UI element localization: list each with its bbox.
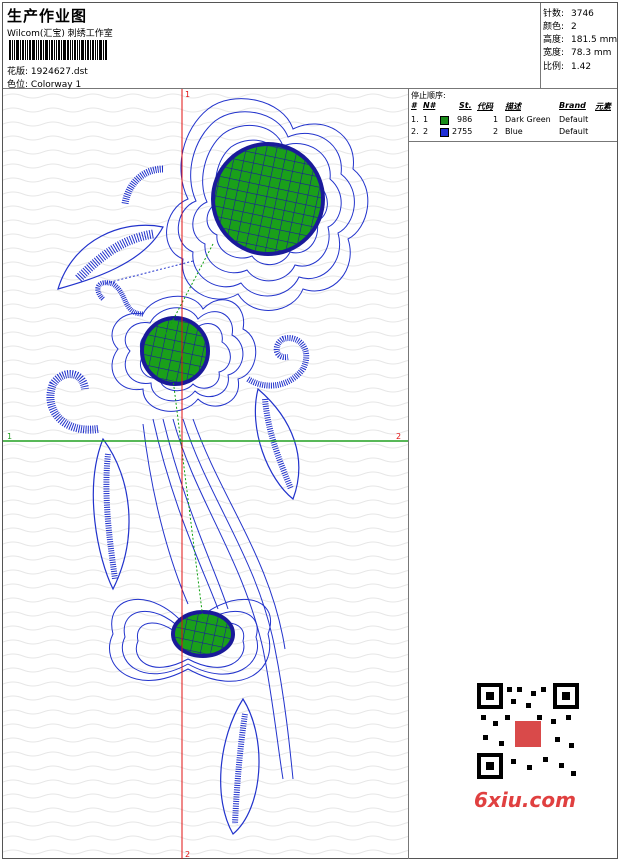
barcode-bar [103, 40, 104, 60]
barcode-bar [25, 40, 26, 60]
design-file: 1924627.dst [30, 67, 88, 77]
row-brand: Default [559, 127, 589, 136]
barcode-bar [61, 40, 62, 60]
col-element: 元素 [595, 102, 611, 111]
barcode-bar [87, 40, 89, 60]
company-name: Wilcom(汇宝) 刺绣工作室 [7, 29, 113, 39]
barcode-bar [9, 40, 11, 60]
barcode-bar [79, 40, 80, 60]
watermark-site: 6xiu.com [474, 788, 576, 812]
barcode-bar [63, 40, 66, 60]
row-index: 2. [411, 127, 419, 136]
barcode-bar [85, 40, 86, 60]
axis-label-top: 1 [185, 90, 190, 99]
barcode-bar [43, 40, 44, 60]
color-swatch-green [440, 116, 449, 125]
stat-width: 宽度: 78.3 mm [543, 48, 612, 58]
barcode [9, 40, 139, 60]
barcode-bar [77, 40, 78, 60]
stop-row[interactable]: 2. 2 2755 2 Blue Default [409, 127, 617, 139]
bottom-flower-fill-grid [175, 614, 231, 654]
row-brand: Default [559, 115, 589, 124]
col-n: N# [423, 101, 436, 110]
barcode-bar [105, 40, 107, 60]
barcode-bar [74, 40, 76, 60]
barcode-bar [12, 40, 13, 60]
barcode-bar [32, 40, 35, 60]
design-canvas[interactable]: 1 2 1 2 [3, 89, 409, 859]
barcode-bar [90, 40, 91, 60]
barcode-bar [38, 40, 39, 60]
barcode-bar [72, 40, 73, 60]
barcode-bar [45, 40, 48, 60]
stop-row[interactable]: 1. 1 986 1 Dark Green Default [409, 115, 617, 127]
axis-label-right: 2 [396, 432, 401, 441]
row-code: 1 [493, 115, 499, 124]
col-code: 代码 [477, 102, 493, 111]
color-swatch-blue [440, 128, 449, 137]
barcode-bar [56, 40, 57, 60]
col-index: # [411, 101, 417, 110]
barcode-bar [67, 40, 69, 60]
row-index: 1. [411, 115, 419, 124]
fabric-background [3, 89, 408, 859]
qr-logo [515, 721, 541, 747]
row-n: 1 [423, 115, 429, 124]
barcode-bar [81, 40, 84, 60]
barcode-bar [95, 40, 96, 60]
col-brand: Brand [559, 101, 586, 110]
barcode-bar [29, 40, 31, 60]
embroidery-preview: 1 2 1 2 [3, 89, 408, 859]
barcode-bar [22, 40, 24, 60]
row-desc: Dark Green [505, 115, 551, 124]
stop-sequence-title: 停止顺序: [411, 91, 446, 100]
barcode-bar [27, 40, 28, 60]
barcode-bar [54, 40, 55, 60]
barcode-bar [58, 40, 60, 60]
header-panel: 生产作业图 Wilcom(汇宝) 刺绣工作室 花版: 1924627.dst 色… [3, 3, 541, 90]
col-desc: 描述 [505, 102, 521, 111]
col-stitches: St. [459, 101, 472, 110]
row-stitches: 986 [457, 115, 473, 124]
barcode-bar [20, 40, 21, 60]
barcode-bar [92, 40, 94, 60]
design-file-row: 花版: 1924627.dst [7, 64, 88, 77]
barcode-bar [40, 40, 42, 60]
barcode-bar [70, 40, 71, 60]
stat-colors: 颜色: 2 [543, 22, 577, 32]
page-title: 生产作业图 [7, 7, 88, 25]
stat-height: 高度: 181.5 mm [543, 35, 618, 45]
axis-label-bottom: 2 [185, 850, 190, 859]
row-stitches: 2755 [452, 127, 473, 136]
row-code: 2 [493, 127, 499, 136]
barcode-bar [14, 40, 15, 60]
stats-panel: 针数: 3746 颜色: 2 高度: 181.5 mm 宽度: 78.3 mm 比例: 1… [541, 3, 617, 89]
middle-flower-fill-grid [144, 320, 206, 382]
design-label: 花版: [7, 67, 29, 77]
row-n: 2 [423, 127, 429, 136]
barcode-bar [36, 40, 37, 60]
stat-scale: 比例: 1.42 [543, 62, 592, 72]
stop-sequence-panel: 停止顺序: # N# St. 代码 描述 Brand 元素 1. 1 986 1… [409, 89, 617, 142]
barcode-bar [99, 40, 102, 60]
barcode-bar [49, 40, 50, 60]
barcode-bar [97, 40, 98, 60]
barcode-bar [51, 40, 53, 60]
top-flower-fill-grid [215, 146, 321, 252]
row-desc: Blue [505, 127, 523, 136]
qr-code [471, 681, 583, 799]
axis-label-left: 1 [7, 432, 12, 441]
stat-stitches: 针数: 3746 [543, 9, 594, 19]
barcode-bar [16, 40, 19, 60]
